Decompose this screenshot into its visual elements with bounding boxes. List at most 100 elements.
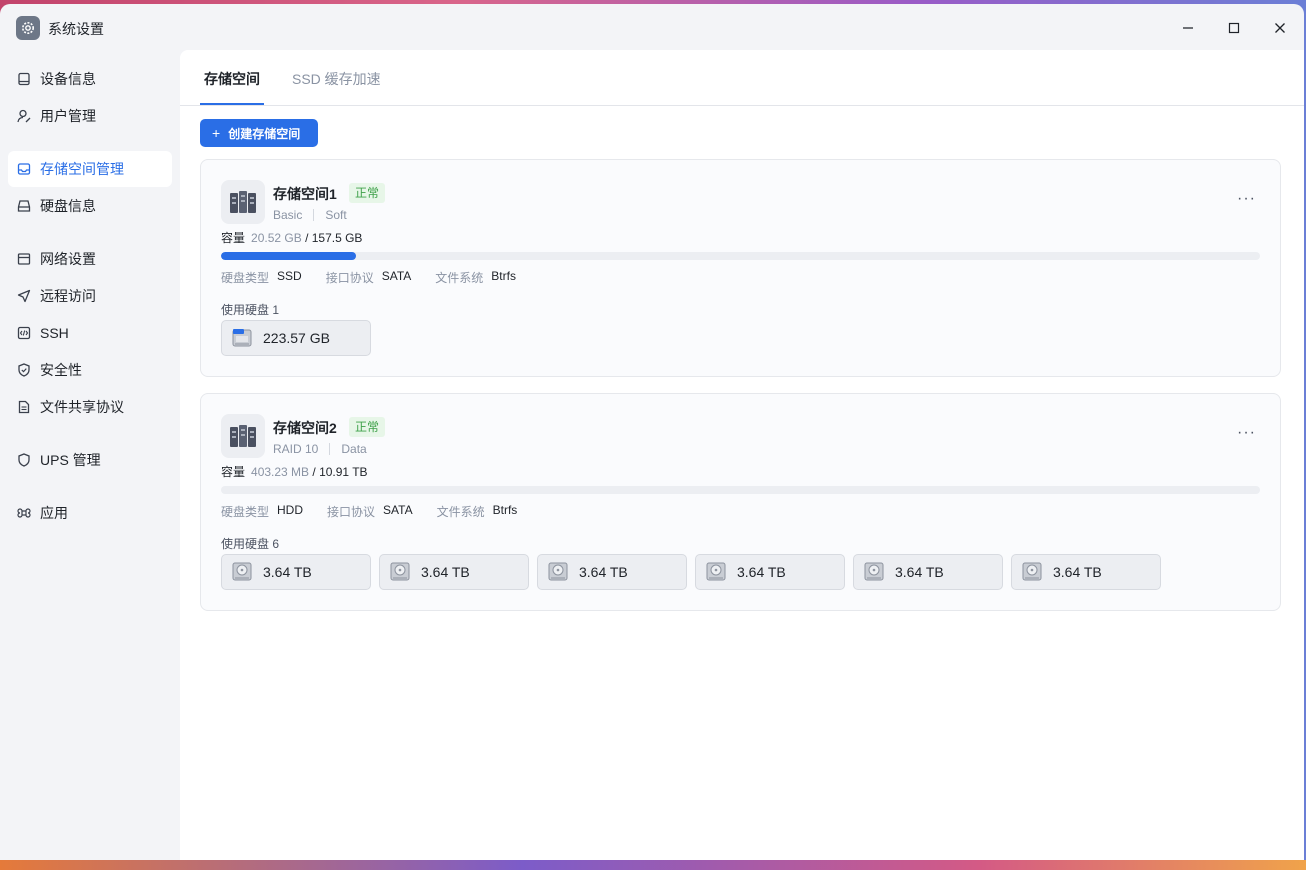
disk-chip[interactable]: 3.64 TB <box>853 554 1003 590</box>
disk-chip[interactable]: 3.64 TB <box>221 554 371 590</box>
pool-name: 存储空间2 <box>273 420 337 436</box>
filesystem-label: 文件系统 <box>435 271 484 285</box>
sidebar-item-label: 设备信息 <box>40 71 96 87</box>
hdd-icon <box>863 561 885 583</box>
disk-type-value: SSD <box>277 269 302 283</box>
create-storage-button[interactable]: + 创建存储空间 <box>200 119 318 147</box>
gear-icon <box>16 16 40 40</box>
create-storage-label: 创建存储空间 <box>228 126 301 141</box>
hdd-icon <box>1021 561 1043 583</box>
sidebar-item-apps[interactable]: 应用 <box>8 495 172 531</box>
more-options-button[interactable]: ··· <box>1237 424 1256 442</box>
capacity-total: / 157.5 GB <box>305 231 363 245</box>
sidebar-item-security[interactable]: 安全性 <box>8 352 172 388</box>
pool-meta: 硬盘类型 HDD 接口协议 SATA 文件系统 Btrfs <box>221 503 541 520</box>
disk-chip[interactable]: 3.64 TB <box>1011 554 1161 590</box>
sidebar-item-ssh[interactable]: SSH <box>8 315 172 351</box>
sidebar-item-network-settings[interactable]: 网络设置 <box>8 241 172 277</box>
disk-chip[interactable]: 223.57 GB <box>221 320 371 356</box>
capacity-progress-fill <box>221 252 357 260</box>
filesystem-label: 文件系统 <box>436 505 485 519</box>
disk-size: 223.57 GB <box>263 330 330 346</box>
sidebar-item-remote-access[interactable]: 远程访问 <box>8 278 172 314</box>
sidebar-item-label: 存储空间管理 <box>40 161 124 177</box>
status-badge: 正常 <box>349 183 386 203</box>
sidebar-item-label: 用户管理 <box>40 108 96 124</box>
minimize-icon <box>1183 27 1193 29</box>
shield-icon <box>16 452 32 468</box>
send-icon <box>16 288 32 304</box>
interface-value: SATA <box>381 269 412 283</box>
sidebar-item-file-sharing[interactable]: 文件共享协议 <box>8 389 172 425</box>
app-title: 系统设置 <box>48 21 104 37</box>
pool-meta: 硬盘类型 SSD 接口协议 SATA 文件系统 Btrfs <box>221 269 540 286</box>
raid-level: RAID 10 <box>273 442 319 456</box>
sidebar: 设备信息 用户管理 存储空间管理 硬盘信息 网络设置 远程访问 SSH 安全性 <box>0 50 180 864</box>
server-rack-icon <box>221 414 265 458</box>
code-icon <box>16 325 32 341</box>
disk-chip[interactable]: 3.64 TB <box>537 554 687 590</box>
storage-pool-card: 存储空间2 正常 RAID 10 Data ··· 容量 403.23 MB / … <box>200 393 1281 611</box>
sidebar-item-user-management[interactable]: 用户管理 <box>8 98 172 134</box>
sidebar-item-label: 网络设置 <box>40 251 96 267</box>
pool-name: 存储空间1 <box>273 186 337 202</box>
close-button[interactable] <box>1266 14 1294 42</box>
sidebar-item-label: 安全性 <box>40 362 82 378</box>
capacity-label: 容量 <box>221 231 246 245</box>
hdd-icon <box>705 561 727 583</box>
interface-value: SATA <box>383 503 413 517</box>
capacity-progress-bar <box>221 486 1260 494</box>
capacity-progress-bar <box>221 252 1260 260</box>
hdd-icon <box>231 561 253 583</box>
device-icon <box>16 71 32 87</box>
file-icon <box>16 399 32 415</box>
disk-size: 3.64 TB <box>737 564 786 580</box>
more-options-button[interactable]: ··· <box>1237 190 1256 208</box>
maximize-button[interactable] <box>1220 14 1248 42</box>
sidebar-item-disk-info[interactable]: 硬盘信息 <box>8 188 172 224</box>
raid-level: Basic <box>273 208 303 222</box>
disk-size: 3.64 TB <box>579 564 628 580</box>
pool-mode: Data <box>341 442 367 456</box>
tab-ssd-cache[interactable]: SSD 缓存加速 <box>292 69 381 89</box>
tab-bar: 存储空间 SSD 缓存加速 <box>180 50 1304 106</box>
pool-mode: Soft <box>325 208 347 222</box>
title-bar: 系统设置 <box>0 4 1304 50</box>
capacity-info: 容量 20.52 GB / 157.5 GB <box>221 229 362 246</box>
disk-size: 3.64 TB <box>421 564 470 580</box>
disk-chip[interactable]: 3.64 TB <box>379 554 529 590</box>
filesystem-value: Btrfs <box>492 503 518 517</box>
settings-window: 系统设置 设备信息 用户管理 存储空间管理 硬盘信息 网络设置 远程访问 SSH… <box>0 4 1304 864</box>
disk-chip[interactable]: 3.64 TB <box>695 554 845 590</box>
hard-disk-icon <box>16 198 32 214</box>
desktop-wallpaper <box>0 860 1306 870</box>
tab-storage-space[interactable]: 存储空间 <box>204 69 260 89</box>
storage-icon <box>16 161 32 177</box>
disk-type-label: 硬盘类型 <box>221 271 270 285</box>
hdd-icon <box>389 561 411 583</box>
close-icon <box>1275 23 1285 33</box>
sidebar-item-label: SSH <box>40 325 69 341</box>
capacity-total: / 10.91 TB <box>312 465 368 479</box>
minimize-button[interactable] <box>1174 14 1202 42</box>
capacity-label: 容量 <box>221 465 246 479</box>
pool-subtitle: Basic Soft <box>273 208 347 222</box>
storage-pool-card: 存储空间1 正常 Basic Soft ··· 容量 20.52 GB / 157… <box>200 159 1281 377</box>
disk-size: 3.64 TB <box>895 564 944 580</box>
sidebar-item-label: 远程访问 <box>40 288 96 304</box>
shield-check-icon <box>16 362 32 378</box>
sidebar-item-ups[interactable]: UPS 管理 <box>8 442 172 478</box>
sidebar-item-storage-management[interactable]: 存储空间管理 <box>8 151 172 187</box>
filesystem-value: Btrfs <box>491 269 516 283</box>
divider <box>329 443 331 455</box>
main-panel: 存储空间 SSD 缓存加速 + 创建存储空间 存储空间1 正常 Basic So… <box>180 50 1304 864</box>
network-icon <box>16 251 32 267</box>
sidebar-item-label: 文件共享协议 <box>40 399 124 415</box>
hdd-icon <box>547 561 569 583</box>
sidebar-item-label: UPS 管理 <box>40 452 101 468</box>
disks-used-label: 使用硬盘 6 <box>221 537 280 551</box>
disks-used-label: 使用硬盘 1 <box>221 303 280 317</box>
disk-type-label: 硬盘类型 <box>221 505 270 519</box>
sidebar-item-device-info[interactable]: 设备信息 <box>8 61 172 97</box>
ssd-icon <box>231 327 253 349</box>
